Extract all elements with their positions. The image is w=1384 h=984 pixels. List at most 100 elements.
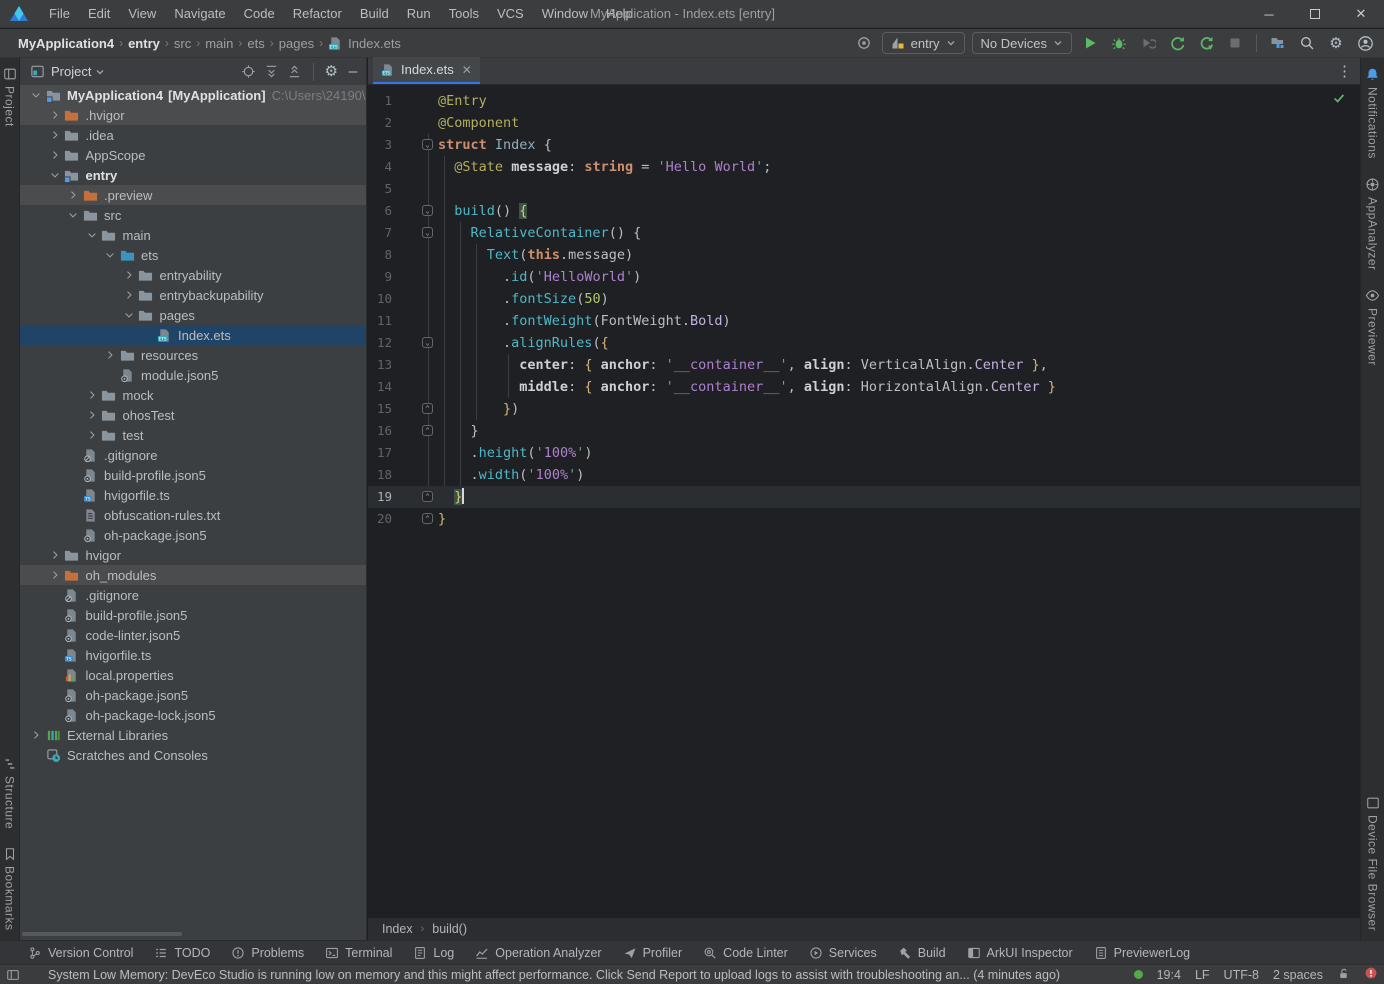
module-selector[interactable]: entry [882,32,965,54]
chevron-right-icon[interactable] [84,427,100,443]
profile-icon[interactable] [1354,32,1376,54]
chevron-right-icon[interactable] [47,567,63,583]
lock-icon[interactable] [1337,967,1350,983]
run-button[interactable] [1079,32,1101,54]
code-line-5[interactable]: 5 [368,178,1360,200]
tree-item-scratches-and-consoles[interactable]: Scratches and Consoles [20,745,366,765]
status-message[interactable]: System Low Memory: DevEco Studio is runn… [48,968,1060,982]
error-badge-icon[interactable] [1364,966,1378,983]
toolwindow-services[interactable]: Services [809,946,877,960]
menu-edit[interactable]: Edit [79,0,119,28]
toolwindow-operation-analyzer[interactable]: Operation Analyzer [475,946,601,960]
toolwindow-previewerlog[interactable]: PreviewerLog [1094,946,1190,960]
toolwindow-todo[interactable]: TODO [154,946,210,960]
chevron-down-icon[interactable] [47,167,63,183]
code-line-16[interactable]: 16⌃ } [368,420,1360,442]
toolwindow-profiler[interactable]: Profiler [623,946,683,960]
chevron-right-icon[interactable] [28,727,44,743]
line-ending[interactable]: LF [1195,968,1210,982]
toolwindow-arkui-inspector[interactable]: ArkUI Inspector [967,946,1073,960]
caret-position[interactable]: 19:4 [1157,968,1181,982]
chevron-right-icon[interactable] [84,387,100,403]
tool-strip-previewer[interactable]: Previewer [1365,288,1380,366]
menu-file[interactable]: File [40,0,79,28]
code-line-17[interactable]: 17 .height('100%') [368,442,1360,464]
code-line-2[interactable]: 2@Component [368,112,1360,134]
menu-run[interactable]: Run [398,0,440,28]
chevron-right-icon[interactable] [47,107,63,123]
menu-build[interactable]: Build [351,0,398,28]
breadcrumb-main[interactable]: main [205,36,233,51]
tree-item--gitignore[interactable]: .gitignore [20,585,366,605]
breadcrumb-class[interactable]: Index [382,922,413,936]
indent-setting[interactable]: 2 spaces [1273,968,1323,982]
tool-strip-notifications[interactable]: Notifications [1365,67,1380,159]
tree-item-entryability[interactable]: entryability [20,265,366,285]
chevron-right-icon[interactable] [65,187,81,203]
tree-item-oh-package-lock-json5[interactable]: oh-package-lock.json5 [20,705,366,725]
target-icon[interactable] [853,32,875,54]
code-line-11[interactable]: 11 .fontWeight(FontWeight.Bold) [368,310,1360,332]
tree-item--preview[interactable]: .preview [20,185,366,205]
tool-strip-project[interactable]: Project [3,67,17,127]
device-manager-icon[interactable] [1267,32,1289,54]
close-icon[interactable]: ✕ [462,63,472,77]
code-line-9[interactable]: 9 .id('HelloWorld') [368,266,1360,288]
tree-item-build-profile-json5[interactable]: build-profile.json5 [20,465,366,485]
toolwindow-problems[interactable]: Problems [231,946,304,960]
settings-icon[interactable]: ⚙ [325,64,338,79]
search-icon[interactable] [1296,32,1318,54]
code-line-13[interactable]: 13 center: { anchor: '__container__', al… [368,354,1360,376]
tool-strip-structure[interactable]: Structure [3,757,17,829]
tree-item-appscope[interactable]: AppScope [20,145,366,165]
tree-horizontal-scrollbar[interactable] [22,932,182,936]
menu-window[interactable]: Window [533,0,597,28]
code-line-12[interactable]: 12⌄ .alignRules({ [368,332,1360,354]
chevron-down-icon[interactable] [84,227,100,243]
breadcrumb-method[interactable]: build() [432,922,467,936]
settings-gear-icon[interactable]: ⚙ [1325,32,1347,54]
breadcrumb-entry[interactable]: entry [128,36,160,51]
tree-item-main[interactable]: main [20,225,366,245]
code-line-7[interactable]: 7⌄ RelativeContainer() { [368,222,1360,244]
restart-app-button[interactable] [1166,32,1188,54]
tree-item-myapplication4[interactable]: MyApplication4[MyApplication]C:\Users\24… [20,85,366,105]
chevron-down-icon[interactable] [28,87,44,103]
tree-item-hvigorfile-ts[interactable]: TShvigorfile.ts [20,645,366,665]
tree-item-hvigorfile-ts[interactable]: TShvigorfile.ts [20,485,366,505]
breadcrumb-src[interactable]: src [174,36,191,51]
tab-index-ets[interactable]: ETS Index.ets ✕ [373,57,480,84]
chevron-down-icon[interactable] [121,307,137,323]
minimize-button[interactable]: ─ [1246,0,1292,28]
debug-button[interactable] [1108,32,1130,54]
fold-collapse-icon[interactable]: ⌄ [422,227,433,238]
toolwindow-version-control[interactable]: Version Control [28,946,133,960]
chevron-down-icon[interactable] [65,207,81,223]
code-line-19[interactable]: 19⌃ } [368,486,1360,508]
expand-all-icon[interactable] [264,64,279,79]
tree-item-entrybackupability[interactable]: entrybackupability [20,285,366,305]
menu-tools[interactable]: Tools [440,0,488,28]
chevron-right-icon[interactable] [47,547,63,563]
more-icon[interactable]: ⋮ [1337,62,1352,80]
chevron-right-icon[interactable] [121,267,137,283]
fold-collapse-icon[interactable]: ⌄ [422,139,433,150]
tree-item-entry[interactable]: entry [20,165,366,185]
tree-item-obfuscation-rules-txt[interactable]: obfuscation-rules.txt [20,505,366,525]
tree-item-build-profile-json5[interactable]: build-profile.json5 [20,605,366,625]
tool-strip-device-file-browser[interactable]: Device File Browser [1366,796,1380,931]
chevron-down-icon[interactable] [102,247,118,263]
code-line-10[interactable]: 10 .fontSize(50) [368,288,1360,310]
breadcrumb-myapplication4[interactable]: MyApplication4 [18,36,114,51]
tree-item-oh-modules[interactable]: oh_modules [20,565,366,585]
code-line-6[interactable]: 6⌄ build() { [368,200,1360,222]
toolwindow-code-linter[interactable]: Code Linter [703,946,788,960]
chevron-right-icon[interactable] [102,347,118,363]
code-line-18[interactable]: 18 .width('100%') [368,464,1360,486]
tree-item-mock[interactable]: mock [20,385,366,405]
code-line-15[interactable]: 15⌃ }) [368,398,1360,420]
close-button[interactable]: ✕ [1338,0,1384,28]
menu-navigate[interactable]: Navigate [165,0,234,28]
tree-item-external-libraries[interactable]: External Libraries [20,725,366,745]
tree-item-ets[interactable]: ets [20,245,366,265]
